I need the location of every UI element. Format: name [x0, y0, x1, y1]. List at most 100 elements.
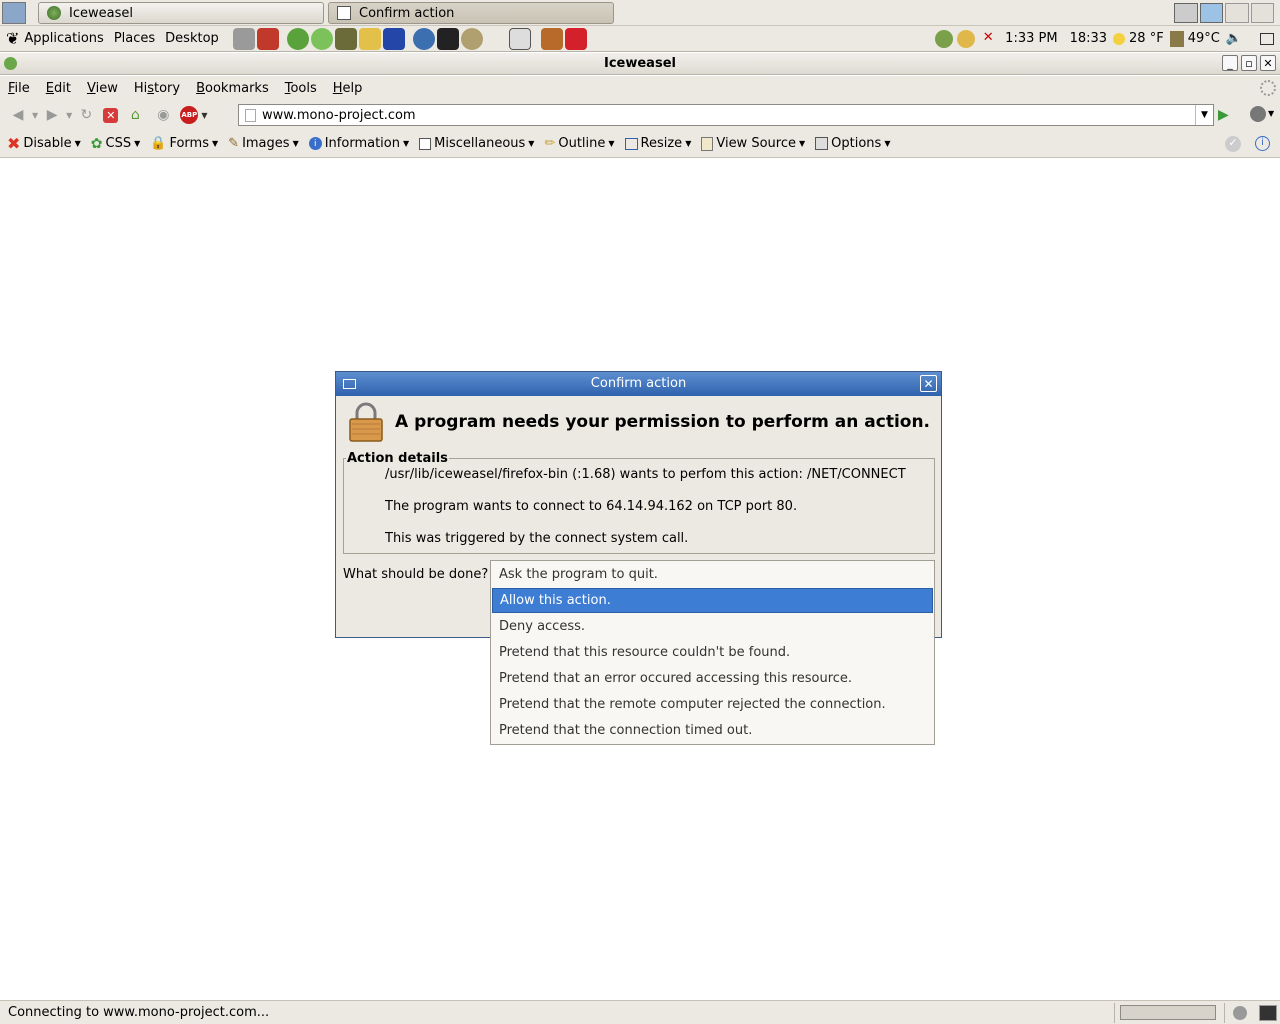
devbar-images[interactable]: ✎ Images ▼	[228, 136, 299, 151]
menu-tools[interactable]: Tools	[277, 81, 325, 96]
bird-launcher-icon[interactable]	[382, 27, 405, 50]
iceweasel-icon	[47, 6, 61, 20]
search-dropdown-icon[interactable]: ▼	[1268, 109, 1274, 118]
show-desktop-icon[interactable]	[2, 2, 26, 24]
dialog-titlebar[interactable]: Confirm action ✕	[336, 372, 941, 396]
disk-launcher-icon[interactable]	[460, 27, 483, 50]
terminal-launcher-icon[interactable]	[436, 27, 459, 50]
ruby-launcher-icon[interactable]	[564, 27, 587, 50]
status-text: Connecting to www.mono-project.com...	[8, 1005, 270, 1020]
messenger-launcher-icon[interactable]	[358, 27, 381, 50]
adblock-dropdown-icon[interactable]: ▼	[201, 111, 207, 120]
forms-lock-icon: 🔒	[150, 136, 167, 151]
devbar-forms[interactable]: 🔒 Forms ▼	[150, 136, 218, 151]
devbar-css[interactable]: ✿ CSS ▼	[91, 136, 140, 152]
menu-help[interactable]: Help	[325, 81, 371, 96]
user-launcher-icon[interactable]	[334, 27, 357, 50]
view-icon[interactable]: ◉	[152, 104, 174, 126]
menu-file[interactable]: File	[0, 81, 38, 96]
devbar-resize[interactable]: Resize ▼	[624, 136, 691, 151]
status-blocked-icon[interactable]	[1233, 1006, 1247, 1020]
go-button-icon[interactable]: ▶	[1218, 107, 1229, 123]
option-allow-action[interactable]: Allow this action.	[492, 588, 933, 613]
close-window-button[interactable]: ✕	[1260, 55, 1276, 71]
action-choice-dropdown-list[interactable]: Ask the program to quit. Allow this acti…	[490, 560, 935, 745]
panel-menu-places[interactable]: Places	[109, 31, 160, 46]
menu-bookmarks[interactable]: Bookmarks	[188, 81, 277, 96]
url-input[interactable]	[256, 105, 1156, 125]
status-extension-icon[interactable]	[1259, 1005, 1277, 1021]
adblock-button-icon[interactable]: ABP	[180, 106, 199, 124]
workspace-2[interactable]	[1199, 3, 1223, 23]
devbar-info-icon[interactable]: i	[1255, 136, 1270, 151]
window-title: Iceweasel	[604, 56, 676, 71]
show-desktop-right-icon[interactable]	[1260, 32, 1274, 45]
outline-pencil-icon: ✏	[544, 136, 556, 151]
weather-temperature[interactable]: 28 °F	[1129, 31, 1164, 46]
option-error-accessing[interactable]: Pretend that an error occured accessing …	[492, 666, 933, 691]
option-resource-not-found[interactable]: Pretend that this resource couldn't be f…	[492, 640, 933, 665]
workspace-1[interactable]	[1174, 3, 1198, 23]
forward-button-icon[interactable]: ▶	[41, 104, 63, 126]
option-remote-rejected[interactable]: Pretend that the remote computer rejecte…	[492, 692, 933, 717]
globe-launcher-icon[interactable]	[412, 27, 435, 50]
back-dropdown-icon[interactable]: ▼	[32, 111, 38, 120]
back-button-icon[interactable]: ◀	[7, 104, 29, 126]
home-button-icon[interactable]: ⌂	[124, 104, 146, 126]
workspace-3[interactable]	[1225, 3, 1249, 23]
dialog-close-button[interactable]: ✕	[920, 375, 937, 392]
stop-button-icon[interactable]: ✕	[103, 107, 119, 123]
devbar-information[interactable]: i Information ▼	[308, 136, 409, 151]
validation-ok-icon[interactable]: ✓	[1225, 136, 1241, 152]
volume-icon[interactable]: 🔈	[1226, 31, 1242, 46]
option-deny-access[interactable]: Deny access.	[492, 614, 933, 639]
taskbar-window-label: Confirm action	[359, 5, 455, 21]
images-icon: ✎	[228, 136, 240, 151]
workspace-switcher[interactable]	[1174, 3, 1274, 23]
workspace-4[interactable]	[1250, 3, 1274, 23]
network-disconnected-icon[interactable]: ✕	[979, 30, 997, 48]
clock-24h[interactable]: 18:33	[1070, 31, 1107, 46]
devbar-view-source[interactable]: View Source ▼	[701, 136, 805, 151]
maximize-button[interactable]: ▫	[1241, 55, 1257, 71]
forward-dropdown-icon[interactable]: ▼	[66, 111, 72, 120]
devbar-outline[interactable]: ✏ Outline ▼	[544, 136, 614, 151]
devbar-miscellaneous[interactable]: Miscellaneous ▼	[419, 136, 534, 151]
gnome-foot-icon: ❦	[6, 29, 20, 48]
clock-12h[interactable]: 1:33 PM	[1005, 31, 1057, 46]
css-icon: ✿	[90, 135, 103, 152]
settings-launcher-icon[interactable]	[232, 27, 255, 50]
toolbox-launcher-icon[interactable]	[256, 27, 279, 50]
devbar-disable[interactable]: ✖ Disable ▼	[7, 134, 81, 153]
notes-launcher-icon[interactable]	[508, 27, 531, 50]
url-bar[interactable]: ▼	[238, 104, 1214, 126]
cpu-temperature[interactable]: 49°C	[1188, 31, 1220, 46]
panel-menu-desktop[interactable]: Desktop	[160, 31, 224, 46]
search-engine-icon[interactable]	[1250, 106, 1266, 122]
web-browser-launcher-icon[interactable]	[286, 27, 309, 50]
messenger-status-icon[interactable]	[957, 29, 976, 48]
taskbar-window-iceweasel[interactable]: Iceweasel	[38, 2, 324, 24]
option-connection-timed-out[interactable]: Pretend that the connection timed out.	[492, 718, 933, 743]
detail-line: The program wants to connect to 64.14.94…	[385, 499, 798, 514]
gnome-panel: ❦ Applications Places Desktop ✕ 1:33 PM …	[0, 26, 1280, 52]
miscellaneous-icon	[419, 137, 432, 150]
reload-button-icon[interactable]: ↻	[75, 104, 97, 126]
devbar-options[interactable]: Options ▼	[815, 136, 890, 151]
minimize-button[interactable]: _	[1222, 55, 1238, 71]
emblem-launcher-icon[interactable]	[540, 27, 563, 50]
weather-sun-icon	[1113, 32, 1126, 45]
action-details-label: Action details	[346, 451, 449, 466]
option-ask-quit[interactable]: Ask the program to quit.	[492, 562, 933, 587]
navigation-toolbar: ◀ ▼ ▶ ▼ ↻ ✕ ⌂ ◉ ABP ▼ ▼ ▶ ▼	[0, 100, 1280, 130]
user-status-icon[interactable]	[935, 29, 954, 48]
panel-menu-applications[interactable]: Applications	[19, 31, 108, 46]
menu-view[interactable]: View	[79, 81, 126, 96]
throbber-icon	[1260, 80, 1276, 96]
web-browser2-launcher-icon[interactable]	[310, 27, 333, 50]
url-history-dropdown-icon[interactable]: ▼	[1195, 105, 1213, 125]
taskbar-window-confirm-action[interactable]: Confirm action	[328, 2, 614, 24]
window-titlebar[interactable]: Iceweasel _ ▫ ✕	[0, 53, 1280, 75]
menu-edit[interactable]: Edit	[38, 81, 79, 96]
menu-history[interactable]: History	[126, 81, 188, 96]
